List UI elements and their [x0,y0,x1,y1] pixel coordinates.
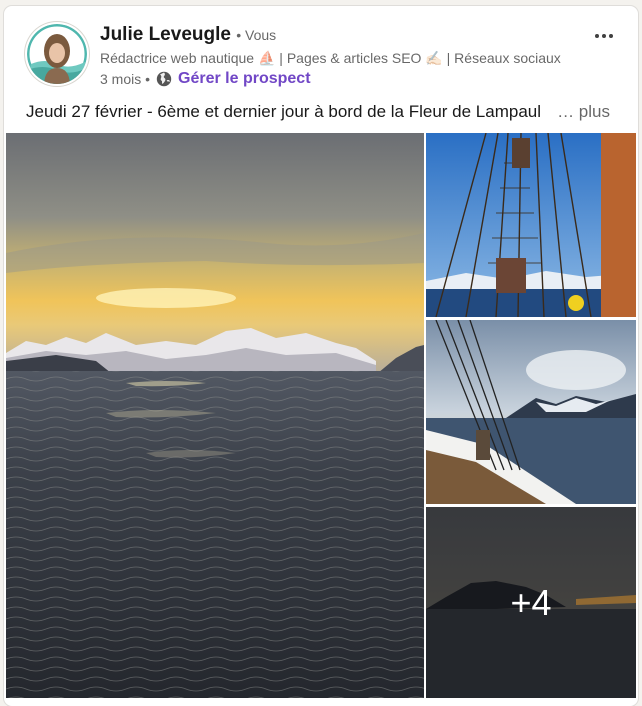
author-name[interactable]: Julie Leveugle [100,24,231,45]
post-photo-dusk-island[interactable]: +4 [426,507,636,698]
ellipsis-icon-dot [602,34,606,38]
post-text: Jeudi 27 février - 6ème et dernier jour … [26,102,542,121]
post-photo-rigging-climb[interactable] [426,133,636,317]
post-photo-deck-mountains[interactable] [426,320,636,504]
post-meta: 3 mois • Gérer le prospect [100,69,558,89]
author-headline: Rédactrice web nautique ⛵ | Pages & arti… [100,50,561,66]
globe-icon [156,71,172,87]
manage-prospect-link[interactable]: Gérer le prospect [178,69,311,89]
post-photo-sunset-fjord[interactable] [6,133,424,698]
more-photos-count[interactable]: +4 [426,507,636,698]
more-options-button[interactable] [588,20,620,52]
feed-post-card: Julie Leveugle • Vous Rédactrice web nau… [4,6,638,706]
connection-degree: • Vous [236,27,277,43]
ellipsis-icon [595,34,599,38]
see-more-link[interactable]: … plus [553,100,610,124]
post-time: 3 mois • [100,71,151,87]
author-info: Julie Leveugle • Vous Rédactrice web nau… [100,23,561,89]
ellipsis-icon-dot [609,34,613,38]
author-avatar[interactable] [27,24,87,84]
